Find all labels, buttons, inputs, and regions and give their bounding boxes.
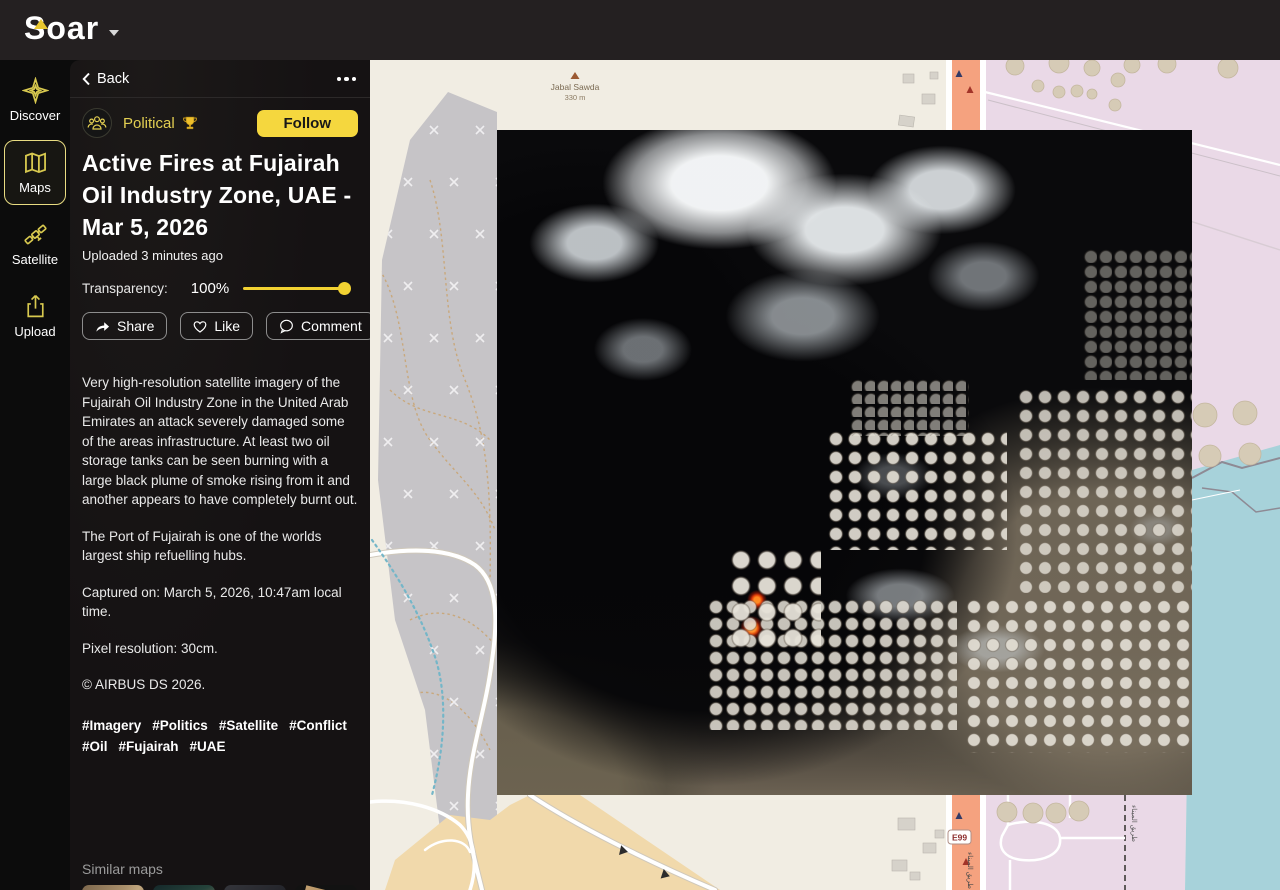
similar-maps-heading: Similar maps xyxy=(82,861,358,877)
similar-map-thumbnail[interactable] xyxy=(82,885,144,890)
sea xyxy=(1185,445,1280,890)
transparency-control: Transparency: 100% xyxy=(82,280,358,297)
upload-icon xyxy=(22,293,49,320)
tag[interactable]: #UAE xyxy=(190,737,226,757)
soar-logo[interactable]: Soar xyxy=(24,10,119,47)
tag[interactable]: #Conflict xyxy=(289,716,347,736)
tank-farm-cluster xyxy=(849,378,969,436)
author-name[interactable]: Political xyxy=(123,115,175,132)
app: Soar Discover Maps xyxy=(0,0,1280,890)
share-label: Share xyxy=(117,318,154,334)
like-button[interactable]: Like xyxy=(180,312,253,340)
divider xyxy=(70,97,370,98)
tank-farm-cluster xyxy=(827,430,1007,550)
tag[interactable]: #Fujairah xyxy=(119,737,179,757)
sidebar-item-satellite[interactable]: Satellite xyxy=(4,212,66,277)
peak-name: Jabal Sawda xyxy=(551,82,600,92)
sidebar-item-label: Upload xyxy=(14,324,55,339)
road-name-arabic: طريق الميناء xyxy=(966,852,974,889)
tag[interactable]: #Satellite xyxy=(219,716,278,736)
tank-farm-cluster xyxy=(965,598,1192,753)
road-shield-label: E99 xyxy=(952,833,967,843)
copyright-info: © AIRBUS DS 2026. xyxy=(82,675,358,695)
back-button[interactable]: Back xyxy=(82,71,129,87)
similar-map-thumbnail[interactable] xyxy=(295,885,357,890)
trophy-icon xyxy=(182,115,198,131)
share-arrow-icon xyxy=(95,320,110,333)
map-detail-panel: Back Political xyxy=(70,60,370,890)
sidebar-item-discover[interactable]: Discover xyxy=(4,68,66,133)
more-options-button[interactable] xyxy=(335,73,359,86)
satellite-image-overlay xyxy=(497,130,1192,795)
discover-star-icon xyxy=(22,77,49,104)
group-icon xyxy=(87,113,107,133)
transparency-value: 100% xyxy=(191,280,229,297)
resolution-info: Pixel resolution: 30cm. xyxy=(82,639,358,659)
satellite-icon xyxy=(22,221,49,248)
transparency-slider[interactable] xyxy=(243,287,345,290)
similar-map-thumbnail[interactable] xyxy=(224,885,286,890)
sidebar-item-upload[interactable]: Upload xyxy=(4,284,66,349)
road-name-arabic: طريق الميناء xyxy=(1130,805,1138,842)
heart-icon xyxy=(193,320,207,333)
chevron-left-icon xyxy=(82,72,91,86)
slider-thumb[interactable] xyxy=(338,282,351,295)
left-nav: Discover Maps Satellite xyxy=(0,60,70,890)
comment-label: Comment xyxy=(301,318,362,334)
maps-icon xyxy=(22,149,49,176)
chevron-down-icon[interactable] xyxy=(109,30,119,36)
comment-button[interactable]: Comment xyxy=(266,312,370,340)
map-title: Active Fires at Fujairah Oil Industry Zo… xyxy=(82,147,358,243)
comment-bubble-icon xyxy=(279,319,294,334)
similar-maps-list xyxy=(82,885,358,890)
tag[interactable]: #Politics xyxy=(152,716,208,736)
sidebar-item-maps[interactable]: Maps xyxy=(4,140,66,205)
avatar[interactable] xyxy=(82,108,112,138)
author-row: Political Follow xyxy=(82,108,358,138)
hashtags: #Imagery #Politics #Satellite #Conflict … xyxy=(82,716,358,757)
description-paragraph: The Port of Fujairah is one of the world… xyxy=(82,527,358,566)
tank-farm-cluster xyxy=(1082,248,1192,380)
tag[interactable]: #Imagery xyxy=(82,716,141,736)
sidebar-item-label: Maps xyxy=(19,180,51,195)
sidebar-item-label: Satellite xyxy=(12,252,58,267)
capture-info: Captured on: March 5, 2026, 10:47am loca… xyxy=(82,583,358,622)
description: Very high-resolution satellite imagery o… xyxy=(82,373,358,695)
sidebar-item-label: Discover xyxy=(10,108,61,123)
similar-map-thumbnail[interactable] xyxy=(153,885,215,890)
top-header: Soar xyxy=(0,0,1280,60)
tag[interactable]: #Oil xyxy=(82,737,108,757)
logo-triangle-icon xyxy=(34,19,48,29)
tank-farm-cluster xyxy=(729,548,821,650)
follow-button[interactable]: Follow xyxy=(257,110,359,137)
share-button[interactable]: Share xyxy=(82,312,167,340)
uploaded-timestamp: Uploaded 3 minutes ago xyxy=(82,248,358,263)
panel-header-row: Back xyxy=(82,60,358,94)
transparency-label: Transparency: xyxy=(82,281,168,296)
action-buttons: Share Like Comment xyxy=(82,312,358,340)
tank-farm-cluster xyxy=(1017,388,1192,593)
map-canvas[interactable]: Jabal Sawda 330 m E99 طريق الميناء طريق … xyxy=(370,60,1280,890)
like-label: Like xyxy=(214,318,240,334)
thumbnail-image xyxy=(295,885,357,890)
description-paragraph: Very high-resolution satellite imagery o… xyxy=(82,373,358,510)
back-label: Back xyxy=(97,71,129,87)
peak-elevation: 330 m xyxy=(565,93,586,102)
